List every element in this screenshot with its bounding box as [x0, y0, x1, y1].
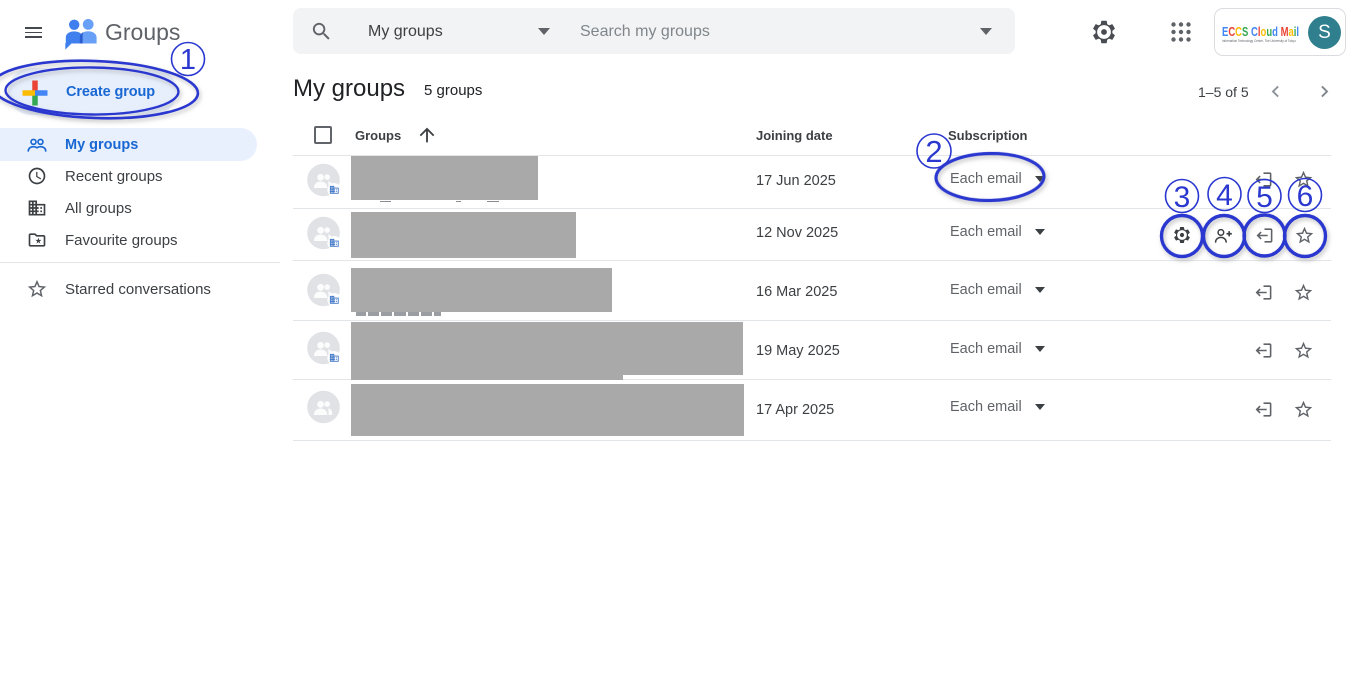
svg-text:3: 3 [1174, 181, 1191, 214]
svg-text:1: 1 [180, 44, 196, 76]
svg-text:2: 2 [925, 134, 942, 169]
